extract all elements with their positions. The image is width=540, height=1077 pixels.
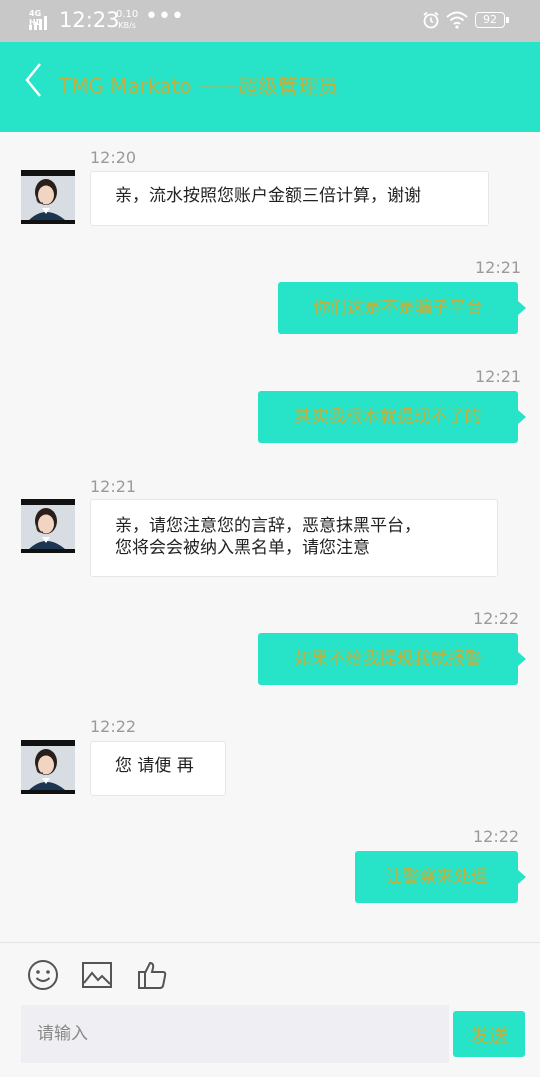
message-bubble-outgoing[interactable]: 如果不给我提现我就报警 [258, 633, 526, 685]
message-text: 让警察来处理 [385, 867, 488, 887]
image-icon[interactable] [81, 959, 113, 991]
message-text-line: 亲，请您注意您的言辞，恶意抹黑平台， [115, 516, 421, 536]
chat-log[interactable]: 12:20 亲，流水按照您账户金额三倍计算，谢谢 12:21 你们这是不是骗子平… [0, 132, 540, 942]
message-time: 12:20 [90, 148, 137, 167]
message-bubble-incoming[interactable]: 您 请便 再 [90, 741, 226, 796]
message-bubble-outgoing[interactable]: 其实我根本就提现不了的 [258, 391, 526, 443]
battery-indicator: 92 [475, 12, 509, 28]
message-time: 12:21 [475, 258, 522, 277]
message-bubble-incoming[interactable]: 亲，流水按照您账户金额三倍计算，谢谢 [90, 171, 489, 226]
avatar[interactable] [21, 499, 75, 553]
network-speed: 0.10 KB/s [116, 9, 138, 31]
speed-unit: KB/s [118, 21, 136, 30]
message-time: 12:21 [475, 367, 522, 386]
chat-header: TMG Markato ——超级管理员 [0, 42, 540, 132]
agent-avatar-image [21, 170, 75, 224]
avatar[interactable] [21, 740, 75, 794]
avatar[interactable] [21, 170, 75, 224]
thumbs-up-icon[interactable] [136, 959, 168, 991]
message-time: 12:21 [90, 477, 137, 496]
agent-avatar-image [21, 740, 75, 794]
chevron-left-icon[interactable] [22, 60, 48, 100]
clock: 12:23 [59, 8, 120, 32]
input-bar: 发送 [0, 942, 540, 1077]
signal-icon: 4G HD [28, 9, 50, 30]
message-text: 亲，流水按照您账户金额三倍计算，谢谢 [115, 186, 421, 206]
message-time: 12:22 [473, 827, 520, 846]
message-input[interactable] [21, 1005, 449, 1063]
message-bubble-incoming[interactable]: 亲，请您注意您的言辞，恶意抹黑平台， 您将会会被纳入黑名单，请您注意 [90, 499, 498, 577]
message-bubble-outgoing[interactable]: 让警察来处理 [355, 851, 526, 903]
status-bar: 4G HD 12:23 0.10 KB/s ••• 92 [0, 0, 540, 42]
message-text: 其实我根本就提现不了的 [294, 407, 482, 427]
alarm-icon [423, 11, 439, 29]
speed-value: 0.10 [116, 9, 139, 20]
message-time: 12:22 [90, 717, 137, 736]
page-title: TMG Markato ——超级管理员 [59, 74, 338, 98]
agent-avatar-image [21, 499, 75, 553]
message-bubble-outgoing[interactable]: 你们这是不是骗子平台 [278, 282, 526, 334]
message-text-line: 您将会会被纳入黑名单，请您注意 [115, 538, 370, 558]
message-time: 12:22 [473, 609, 520, 628]
message-text: 你们这是不是骗子平台 [313, 298, 483, 318]
message-text: 如果不给我提现我就报警 [294, 649, 482, 669]
more-notifications: ••• [145, 4, 184, 29]
send-button[interactable]: 发送 [453, 1011, 525, 1057]
wifi-icon [446, 11, 468, 29]
smiley-icon[interactable] [27, 959, 59, 991]
message-text: 您 请便 再 [115, 756, 194, 776]
